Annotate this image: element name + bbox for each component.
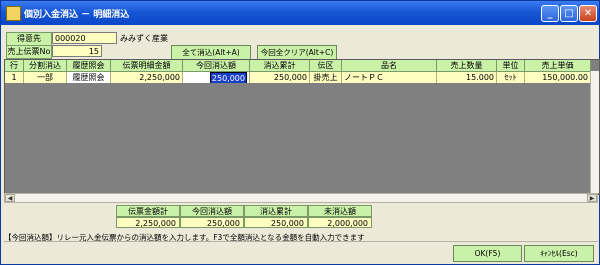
col-header-cumulative: 消込累計 <box>250 60 310 72</box>
cell-partial[interactable]: 一部 <box>24 72 67 83</box>
col-header-this-amount: 今回消込額 <box>183 60 250 72</box>
cell-qty: 15.000 <box>437 72 497 83</box>
summary-value-remaining: 2,000,000 <box>308 217 372 228</box>
clear-all-button[interactable]: 全て消込(Alt+A) <box>171 45 251 60</box>
col-header-partial: 分割消込 <box>24 60 67 72</box>
col-header-product: 品名 <box>342 60 437 72</box>
summary-value-cumulative: 250,000 <box>244 217 308 228</box>
slip-no-field[interactable]: 15 <box>52 45 102 57</box>
app-icon <box>6 6 21 21</box>
cancel-button[interactable]: ｷｬﾝｾﾙ(Esc) <box>524 245 594 262</box>
col-header-slip-type: 伝区 <box>310 60 342 72</box>
summary-value-slip-total: 2,250,000 <box>116 217 180 228</box>
maximize-button[interactable]: □ <box>560 5 578 22</box>
customer-code-field[interactable]: 000020 <box>52 32 117 44</box>
cell-row-no: 1 <box>5 72 24 83</box>
cell-cumulative: 250,000 <box>250 72 310 83</box>
summary-header-slip-total: 伝票金額計 <box>116 205 180 217</box>
footer-divider <box>4 241 598 242</box>
detail-grid: 行No 分割消込 履歴照会 伝票明細金額 今回消込額 消込累計 伝区 品名 売上… <box>4 59 600 195</box>
cell-slip-type: 掛売上 <box>310 72 342 83</box>
cell-product: ノートＰＣ <box>342 72 437 83</box>
customer-label: 得意先 <box>6 32 52 46</box>
cell-history-button[interactable]: 履歴照会 <box>67 72 111 83</box>
scroll-right-icon[interactable]: ▶ <box>587 194 597 202</box>
cell-unit: ｾｯﾄ <box>497 72 525 83</box>
customer-name: みみずく産業 <box>120 34 168 43</box>
dialog-window: 個別入金消込 － 明細消込 _ □ ✕ 得意先 000020 みみずく産業 売上… <box>0 0 600 265</box>
clear-this-button[interactable]: 今回全クリア(Alt+C) <box>257 45 337 60</box>
ok-button[interactable]: OK(F5) <box>453 245 522 262</box>
title-bar: 個別入金消込 － 明細消込 _ □ ✕ <box>1 1 599 25</box>
col-header-row-no: 行No <box>5 60 24 82</box>
vertical-scrollbar[interactable] <box>590 71 599 193</box>
cell-unit-price: 150,000.00 <box>525 72 591 83</box>
summary-header-this-amount: 今回消込額 <box>180 205 244 217</box>
col-header-detail-amount: 伝票明細金額 <box>111 60 183 72</box>
minimize-button[interactable]: _ <box>541 5 559 22</box>
col-header-unit: 単位 <box>497 60 525 72</box>
cell-this-amount-input[interactable]: 250,000 <box>183 72 250 83</box>
slip-no-label: 売上伝票No <box>6 45 52 59</box>
window-title: 個別入金消込 － 明細消込 <box>24 10 130 20</box>
col-header-history: 履歴照会 <box>67 60 111 72</box>
scroll-left-icon[interactable]: ◀ <box>5 194 15 202</box>
horizontal-scrollbar[interactable]: ◀ ▶ <box>4 193 598 203</box>
cell-detail-amount: 2,250,000 <box>111 72 183 83</box>
summary-value-this-amount: 250,000 <box>180 217 244 228</box>
close-button[interactable]: ✕ <box>579 5 597 22</box>
summary-header-cumulative: 消込累計 <box>244 205 308 217</box>
col-header-qty: 売上数量 <box>437 60 497 72</box>
col-header-unit-price: 売上単価 <box>525 60 591 72</box>
summary-header-remaining: 未消込額 <box>308 205 372 217</box>
this-amount-selected-value[interactable]: 250,000 <box>209 72 247 83</box>
